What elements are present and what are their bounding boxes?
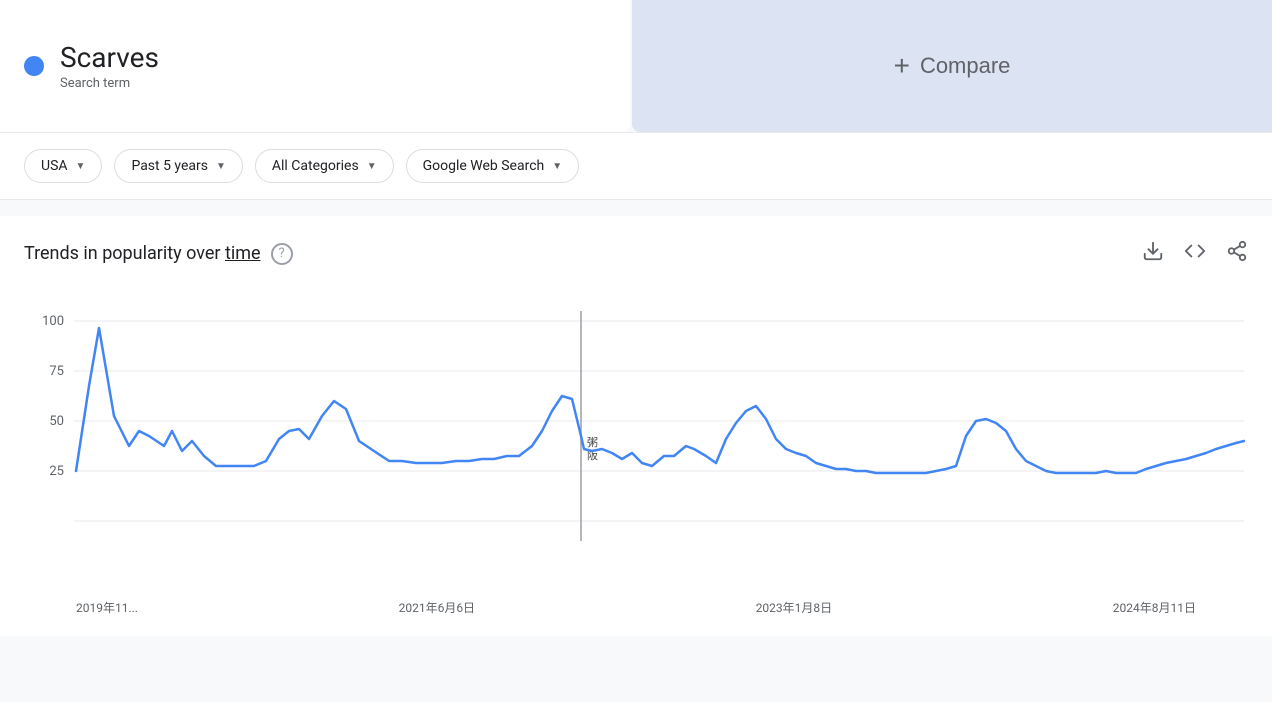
time-range-filter[interactable]: Past 5 years ▼: [114, 149, 242, 183]
share-icon[interactable]: [1226, 240, 1248, 267]
chart-title-underline: time: [225, 243, 261, 264]
embed-icon[interactable]: [1184, 240, 1206, 267]
compare-button[interactable]: + Compare: [894, 50, 1011, 82]
categories-filter[interactable]: All Categories ▼: [255, 149, 394, 183]
time-range-label: Past 5 years: [131, 158, 208, 174]
search-type-filter[interactable]: Google Web Search ▼: [406, 149, 580, 183]
term-type: Search term: [60, 76, 159, 91]
top-area: Scarves Search term + Compare: [0, 0, 1272, 132]
term-name: Scarves: [60, 41, 159, 75]
categories-label: All Categories: [272, 158, 359, 174]
trend-chart: 100 75 50 25 粥 阪: [24, 291, 1248, 591]
search-type-chevron-icon: ▼: [552, 161, 562, 172]
x-label-2: 2023年1月8日: [756, 599, 832, 616]
spacer: [0, 200, 1272, 208]
help-icon[interactable]: ?: [271, 243, 293, 265]
compare-card[interactable]: + Compare: [632, 0, 1272, 132]
chart-title-text-start: Trends in popularity over: [24, 243, 225, 264]
country-chevron-icon: ▼: [76, 161, 86, 172]
x-label-0: 2019年11...: [76, 599, 138, 616]
svg-text:25: 25: [49, 464, 64, 479]
compare-label: Compare: [920, 53, 1010, 79]
categories-chevron-icon: ▼: [367, 161, 377, 172]
time-range-chevron-icon: ▼: [216, 161, 226, 172]
svg-text:粥: 粥: [587, 436, 598, 449]
country-label: USA: [41, 158, 68, 174]
chart-container: 100 75 50 25 粥 阪: [24, 291, 1248, 591]
x-axis-labels: 2019年11... 2021年6月6日 2023年1月8日 2024年8月11…: [24, 591, 1248, 616]
chart-title: Trends in popularity over time: [24, 243, 261, 264]
svg-text:75: 75: [49, 364, 64, 379]
svg-text:100: 100: [42, 314, 64, 329]
filter-bar: USA ▼ Past 5 years ▼ All Categories ▼ Go…: [0, 132, 1272, 200]
download-icon[interactable]: [1142, 240, 1164, 267]
svg-text:50: 50: [49, 414, 64, 429]
term-dot: [24, 56, 44, 76]
x-label-1: 2021年6月6日: [399, 599, 475, 616]
chart-header: Trends in popularity over time ?: [24, 240, 1248, 267]
chart-title-area: Trends in popularity over time ?: [24, 243, 293, 265]
compare-plus-icon: +: [894, 50, 910, 82]
country-filter[interactable]: USA ▼: [24, 149, 102, 183]
chart-section: Trends in popularity over time ?: [0, 216, 1272, 636]
x-label-3: 2024年8月11日: [1113, 599, 1196, 616]
search-type-label: Google Web Search: [423, 158, 545, 174]
chart-actions: [1142, 240, 1248, 267]
search-term-card: Scarves Search term: [0, 0, 630, 132]
term-info: Scarves Search term: [60, 41, 159, 92]
